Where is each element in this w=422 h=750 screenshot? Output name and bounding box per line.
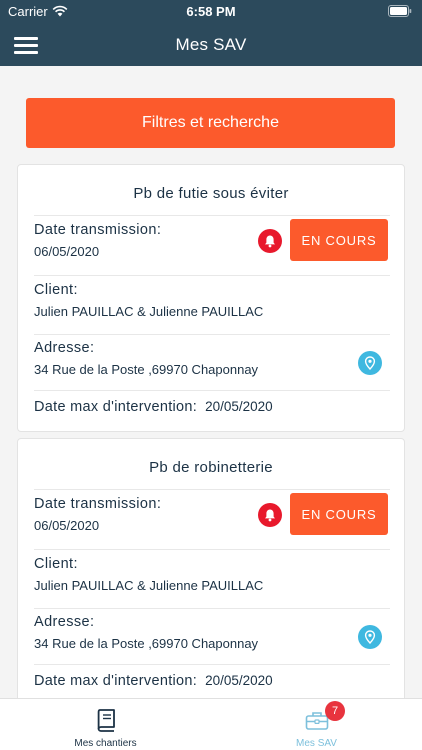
date-max-row: Date max d'intervention: 20/05/2020: [34, 399, 273, 415]
bell-icon[interactable]: [258, 229, 282, 253]
client-row: Client: Julien PAUILLAC & Julienne PAUIL…: [34, 282, 390, 319]
notification-badge: 7: [325, 701, 345, 721]
filter-search-button[interactable]: Filtres et recherche: [26, 98, 395, 148]
divider: [34, 215, 390, 216]
date-max-value: 20/05/2020: [205, 673, 273, 688]
status-button[interactable]: EN COURS: [290, 493, 388, 535]
page-title: Mes SAV: [175, 35, 247, 54]
client-label: Client:: [34, 556, 78, 572]
divider: [34, 664, 390, 665]
tab-label: Mes chantiers: [74, 738, 137, 749]
date-max-label: Date max d'intervention:: [34, 673, 198, 689]
card-title: Pb de robinetterie: [149, 459, 273, 476]
date-max-label: Date max d'intervention:: [34, 399, 198, 415]
client-label: Client:: [34, 282, 78, 298]
battery-icon: [388, 5, 412, 17]
bell-icon[interactable]: [258, 503, 282, 527]
date-max-value: 20/05/2020: [205, 399, 273, 414]
divider: [34, 608, 390, 609]
address-row: Adresse: 34 Rue de la Poste ,69970 Chapo…: [34, 340, 390, 377]
client-name: Julien PAUILLAC & Julienne PAUILLAC: [34, 304, 264, 319]
address-label: Adresse:: [34, 340, 95, 356]
divider: [34, 390, 390, 391]
address-label: Adresse:: [34, 614, 95, 630]
status-time: 6:58 PM: [186, 4, 236, 19]
sav-card[interactable]: Pb de robinetterie Date transmission: 06…: [17, 438, 405, 698]
divider: [34, 334, 390, 335]
book-icon: [97, 709, 115, 732]
divider: [34, 489, 390, 490]
status-bar: Carrier 6:58 PM: [0, 0, 422, 22]
app-header: Carrier 6:58 PM Mes SAV: [0, 0, 422, 66]
tab-bar: Mes chantiers 7 Mes SAV: [0, 698, 422, 750]
date-max-row: Date max d'intervention: 20/05/2020: [34, 673, 273, 689]
client-row: Client: Julien PAUILLAC & Julienne PAUIL…: [34, 556, 390, 593]
address-value: 34 Rue de la Poste ,69970 Chaponnay: [34, 636, 259, 651]
location-pin-icon[interactable]: [358, 351, 382, 375]
tab-mes-chantiers[interactable]: Mes chantiers: [0, 699, 211, 750]
card-title: Pb de futie sous éviter: [133, 185, 289, 202]
sav-card[interactable]: Pb de futie sous éviter Date transmissio…: [17, 164, 405, 432]
tab-mes-sav[interactable]: 7 Mes SAV: [211, 699, 422, 750]
divider: [34, 549, 390, 550]
address-value: 34 Rue de la Poste ,69970 Chaponnay: [34, 362, 259, 377]
sav-list[interactable]: Filtres et recherche Pb de futie sous év…: [0, 66, 422, 698]
address-row: Adresse: 34 Rue de la Poste ,69970 Chapo…: [34, 614, 390, 651]
client-name: Julien PAUILLAC & Julienne PAUILLAC: [34, 578, 264, 593]
location-pin-icon[interactable]: [358, 625, 382, 649]
tab-label: Mes SAV: [296, 738, 337, 749]
status-button[interactable]: EN COURS: [290, 219, 388, 261]
divider: [34, 275, 390, 276]
